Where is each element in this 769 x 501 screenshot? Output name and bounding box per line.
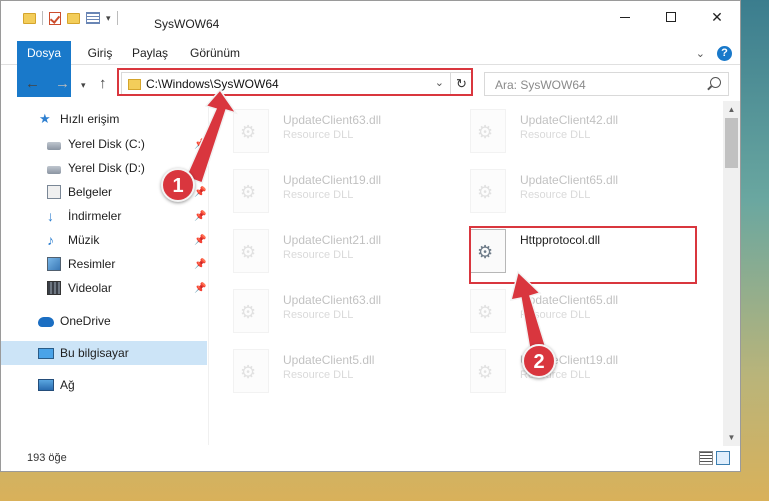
step-badge-1: 1 — [161, 168, 195, 202]
step-badge-2: 2 — [522, 344, 556, 378]
annotation-arrows — [184, 88, 548, 357]
arrow-1-icon — [184, 88, 238, 184]
